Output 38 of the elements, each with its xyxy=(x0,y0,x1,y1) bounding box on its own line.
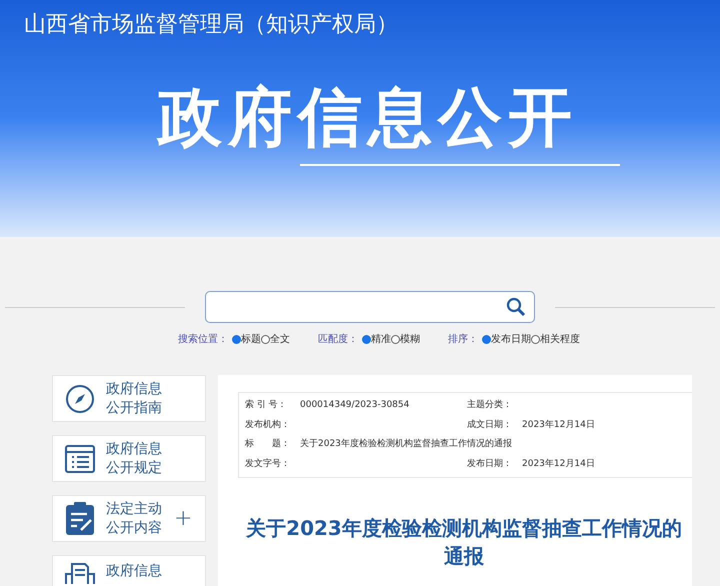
clipboard-icon xyxy=(65,502,95,536)
field-value: 2023年12月14日 xyxy=(522,458,595,470)
radio-button[interactable] xyxy=(531,335,540,344)
radio-button[interactable] xyxy=(261,335,270,344)
field-label: 发布日期： xyxy=(467,458,513,470)
sidebar-item[interactable]: 政府信息 公开规定 xyxy=(52,435,206,482)
field-label: 标 题： xyxy=(245,438,291,451)
radio-label[interactable]: 发布日期 xyxy=(491,332,531,347)
field-label: 成文日期： xyxy=(467,418,513,432)
radio-button[interactable] xyxy=(391,335,400,344)
organization-name: 山西省市场监督管理局（知识产权局） xyxy=(24,11,398,39)
sidebar-item[interactable]: 政府信息 公开指南 xyxy=(52,375,206,422)
radio-label[interactable]: 标题 xyxy=(241,332,261,347)
radio-label[interactable]: 模糊 xyxy=(400,332,420,347)
radio-button[interactable] xyxy=(482,335,491,344)
option-label: 匹配度： xyxy=(318,332,358,347)
radio-label[interactable]: 全文 xyxy=(270,332,290,347)
option-label: 搜索位置： xyxy=(178,332,228,347)
expand-icon[interactable]: + xyxy=(174,508,192,530)
field-label: 发布机构： xyxy=(245,418,291,432)
field-label: 主题分类： xyxy=(467,399,513,412)
radio-button[interactable] xyxy=(232,335,241,344)
sidebar-item[interactable]: 政府信息 xyxy=(52,555,206,586)
compass-icon xyxy=(65,384,95,414)
field-value: 2023年12月14日 xyxy=(522,418,595,432)
field-label: 索 引 号： xyxy=(245,399,288,412)
field-value: 关于2023年度检验检测机构监督抽查工作情况的通报 xyxy=(300,438,512,451)
radio-label[interactable]: 相关程度 xyxy=(540,332,580,347)
radio-label[interactable]: 精准 xyxy=(371,332,391,347)
printer-icon xyxy=(65,562,95,584)
radio-button[interactable] xyxy=(362,335,371,344)
search-field[interactable] xyxy=(205,291,535,323)
field-value: 000014349/2023-30854 xyxy=(300,399,410,412)
option-label: 排序： xyxy=(448,332,478,347)
article-title: 关于2023年度检验检测机构监督抽查工作情况的通报 xyxy=(244,515,683,570)
list-icon xyxy=(65,444,95,472)
field-label: 发文字号： xyxy=(245,458,291,470)
search-icon[interactable] xyxy=(506,297,526,317)
